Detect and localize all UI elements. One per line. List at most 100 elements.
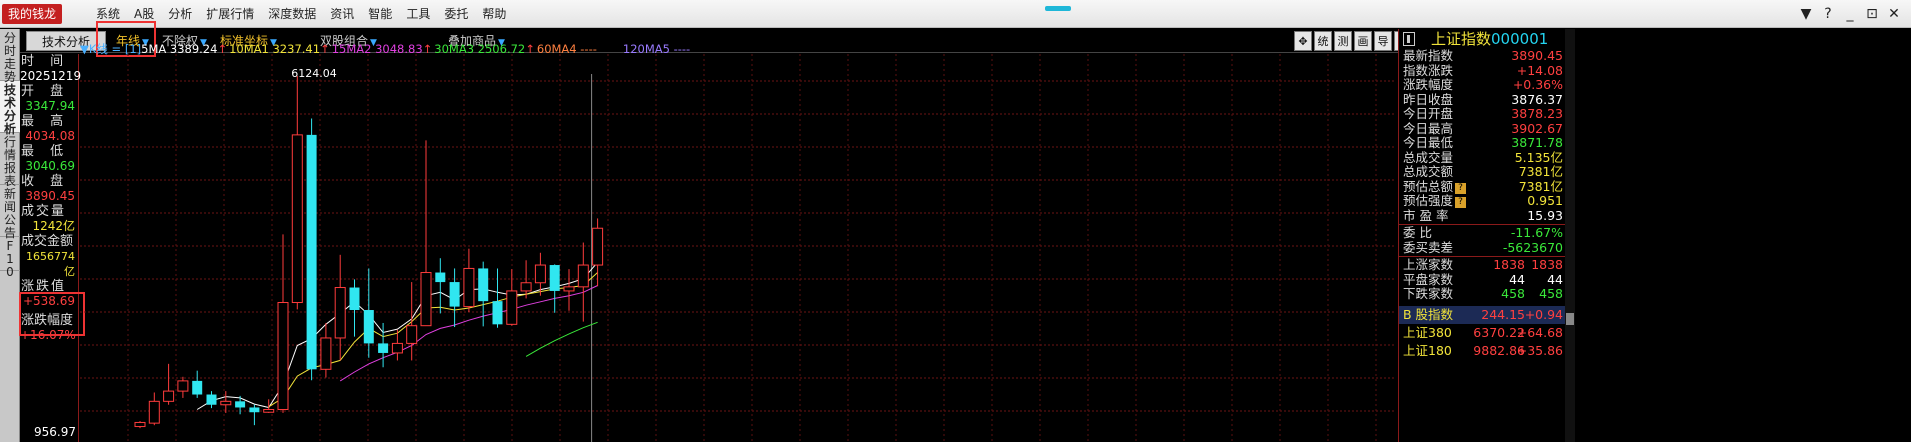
quote-panel: 上证指数000001 最新指数 3890.45 指数涨跌 +14.08 涨跌幅度 +0.3… bbox=[1398, 29, 1911, 442]
quote-row-ratio-1: 委买卖差 -5623670 bbox=[1399, 239, 1565, 256]
menu-item-news[interactable]: 资讯 bbox=[330, 0, 354, 28]
quote-row-label: 总成交额 bbox=[1403, 164, 1454, 179]
candle-body-up bbox=[534, 264, 546, 284]
candle-body-up bbox=[592, 227, 604, 266]
quote-row-main-4: 今日开盘 3878.23 bbox=[1399, 106, 1565, 122]
quote-row-label: 今日最低 bbox=[1403, 135, 1454, 150]
panel-toggle-icon[interactable] bbox=[1403, 32, 1415, 46]
candle-body-down bbox=[349, 287, 360, 311]
scrollbar[interactable] bbox=[1565, 29, 1575, 442]
quote-row-breadth-1: 平盘家数 44 44 bbox=[1399, 272, 1565, 288]
menu-item-smart[interactable]: 智能 bbox=[368, 0, 392, 28]
quote-row-ratio-0: 委 比 -11.67% bbox=[1399, 225, 1565, 241]
quote-header: 上证指数000001 bbox=[1399, 29, 1565, 49]
low-value: 3040.69 bbox=[25, 159, 75, 173]
index-row-label: 上证380 bbox=[1403, 324, 1452, 340]
menu-item-help[interactable]: 帮助 bbox=[482, 0, 506, 28]
menu-item-extended-quotes[interactable]: 扩展行情 bbox=[206, 0, 254, 28]
chart-tool-icons: ✥ 统 测 画 导 闹 bbox=[1292, 31, 1412, 51]
help-icon[interactable]: ? bbox=[1817, 0, 1839, 28]
measure-button[interactable]: 测 bbox=[1334, 31, 1352, 51]
close-icon[interactable]: ✕ bbox=[1883, 0, 1905, 28]
quote-row-label: 今日最高 bbox=[1403, 120, 1454, 136]
app-badge-button[interactable]: 我的钱龙 bbox=[2, 4, 63, 24]
menu-item-tools[interactable]: 工具 bbox=[406, 0, 430, 28]
index-row[interactable]: B 股指数 244.15 +0.94 bbox=[1399, 305, 1565, 324]
dropdown-icon[interactable]: ▼ bbox=[1795, 0, 1817, 28]
high-label: 最 高 bbox=[21, 114, 70, 129]
chart-grid bbox=[80, 54, 1396, 442]
menu-item-analysis[interactable]: 分析 bbox=[168, 0, 192, 28]
quote-row-value: -11.67% bbox=[1510, 225, 1563, 240]
candle-body-up bbox=[220, 400, 232, 406]
candle-body-up bbox=[463, 267, 475, 308]
quote-row-value: -5623670 bbox=[1502, 239, 1563, 255]
quote-code: 000001 bbox=[1491, 30, 1549, 48]
quote-row-value: 1838 bbox=[1493, 257, 1525, 272]
chart-low-label: 956.97 bbox=[34, 425, 76, 439]
vtab-technical-analysis[interactable]: 技术分析 bbox=[0, 81, 20, 136]
quote-row-value: +14.08 bbox=[1516, 62, 1563, 78]
vtab-intraday[interactable]: 分时走势 bbox=[0, 29, 20, 84]
quote-row-value: 3878.23 bbox=[1511, 106, 1563, 121]
candle-body-up bbox=[391, 342, 403, 354]
quote-row-label: 预估总额? bbox=[1403, 179, 1467, 195]
amount-value: 1656774亿 bbox=[26, 250, 75, 278]
candle-body-down bbox=[478, 268, 489, 302]
candle-body-down bbox=[435, 272, 446, 283]
candle-body-up bbox=[263, 409, 275, 413]
quote-row-label: 昨日收盘 bbox=[1403, 91, 1454, 107]
quote-row-breadth-0: 上涨家数 1838 1838 bbox=[1399, 257, 1565, 273]
volume-label: 成交量 bbox=[21, 204, 67, 219]
quote-row-label: 总成交量 bbox=[1403, 149, 1454, 165]
quote-row-value: 7381亿 bbox=[1518, 164, 1563, 179]
vtab-quote-report[interactable]: 行情报表 bbox=[0, 133, 20, 188]
restore-icon[interactable]: ⊡ bbox=[1861, 0, 1883, 28]
help-badge-icon[interactable]: ? bbox=[1455, 182, 1467, 194]
ma-line-30ma3 bbox=[525, 321, 598, 357]
minimize-icon[interactable]: _ bbox=[1839, 0, 1861, 28]
quote-row-value: 0.951 bbox=[1527, 193, 1563, 208]
kline-chart[interactable]: 6124.04 bbox=[80, 54, 1396, 442]
quote-row-value: 7381亿 bbox=[1518, 178, 1563, 194]
quote-row-label: 委买卖差 bbox=[1403, 239, 1454, 255]
candles bbox=[134, 75, 604, 429]
quote-row-label: 市 盈 率 bbox=[1403, 207, 1449, 223]
help-badge-icon[interactable]: ? bbox=[1455, 197, 1467, 208]
quote-row-label: 上涨家数 bbox=[1403, 257, 1454, 272]
candle-body-up bbox=[134, 421, 146, 428]
candle-body-up bbox=[334, 287, 346, 339]
quote-row-value: 458 bbox=[1501, 286, 1525, 301]
candle-body-down bbox=[306, 134, 317, 370]
candle-body-down bbox=[206, 394, 217, 405]
statistics-button[interactable]: 统 bbox=[1314, 31, 1332, 51]
index-row-label: B 股指数 bbox=[1403, 306, 1454, 322]
quote-row-label: 涨跌幅度 bbox=[1403, 77, 1454, 92]
candle-body-down bbox=[235, 401, 246, 408]
bar-info-panel: 时 间 20251219 开 盘 3347.94 最 高 4034.08 最 低… bbox=[20, 54, 81, 442]
quote-row-value: 458 bbox=[1539, 286, 1563, 301]
amount-label: 成交金额 bbox=[21, 234, 74, 249]
index-row[interactable]: 上证380 6370.22 +64.68 bbox=[1399, 324, 1565, 342]
main-menu: 系统 A股 分析 扩展行情 深度数据 资讯 智能 工具 委托 帮助 bbox=[96, 0, 520, 28]
draw-button[interactable]: 画 bbox=[1354, 31, 1372, 51]
crosshair-icon[interactable]: ✥ bbox=[1294, 31, 1312, 51]
menu-item-orders[interactable]: 委托 bbox=[444, 0, 468, 28]
candle-body-down bbox=[549, 265, 560, 291]
candle-body-up bbox=[177, 380, 189, 392]
quote-row-main-10: 预估强度? 0.951 bbox=[1399, 193, 1565, 209]
menu-item-depth-data[interactable]: 深度数据 bbox=[268, 0, 316, 28]
candle-body-down bbox=[492, 301, 503, 325]
export-button[interactable]: 导 bbox=[1374, 31, 1392, 51]
candle-body-up bbox=[291, 134, 303, 304]
quote-row-value: 3871.78 bbox=[1511, 135, 1563, 150]
drag-handle[interactable] bbox=[1045, 6, 1071, 11]
scrollbar-thumb[interactable] bbox=[1566, 313, 1574, 325]
quote-row-main-3: 昨日收盘 3876.37 bbox=[1399, 91, 1565, 108]
vtab-news-announcements[interactable]: 新闻公告 bbox=[0, 185, 20, 240]
quote-row-main-8: 总成交额 7381亿 bbox=[1399, 164, 1565, 180]
index-row[interactable]: 上证180 9882.86 +35.86 bbox=[1399, 342, 1565, 360]
candle-body-down bbox=[449, 282, 460, 307]
vtab-f10[interactable]: F10 bbox=[0, 237, 20, 279]
quote-title: 上证指数 bbox=[1431, 30, 1492, 48]
